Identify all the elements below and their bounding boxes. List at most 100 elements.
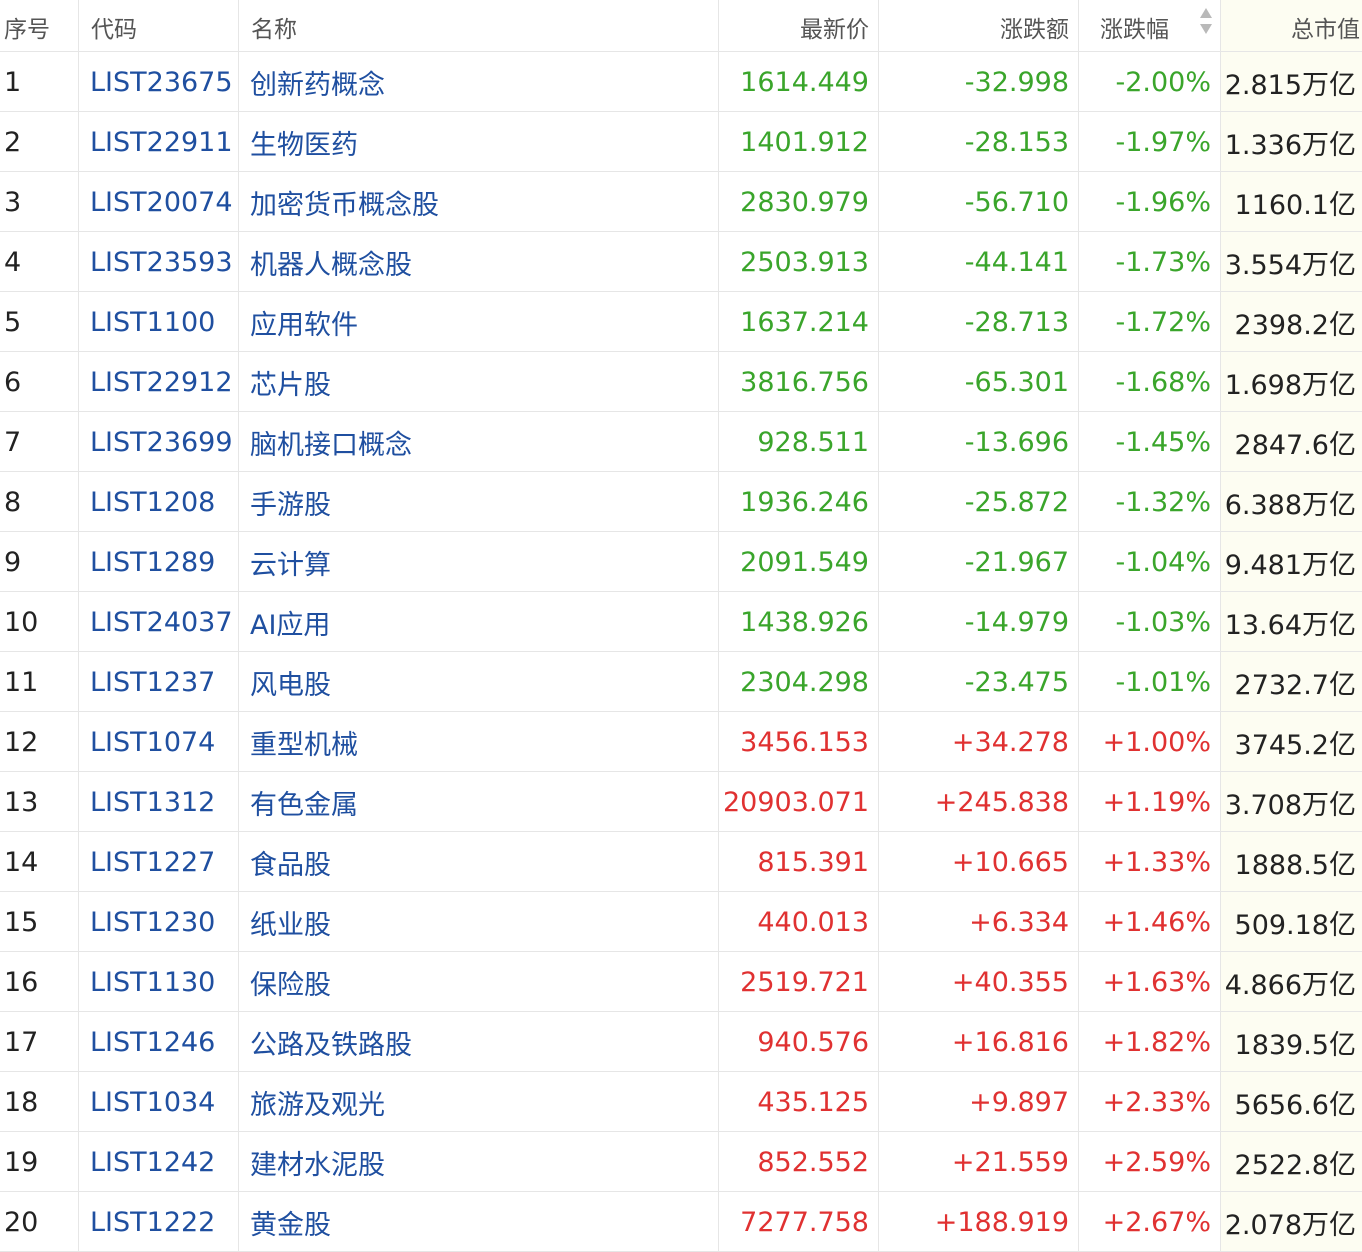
row-name-link[interactable]: 重型机械 [238, 712, 718, 771]
row-market-cap: 3745.2亿 [1220, 712, 1362, 771]
header-market-cap[interactable]: 总市值 [1220, 0, 1362, 51]
row-code-link[interactable]: LIST1242 [78, 1132, 238, 1191]
table-row[interactable]: 13 LIST1312 有色金属 20903.071 +245.838 +1.1… [0, 772, 1362, 832]
row-price: 1401.912 [718, 112, 878, 171]
row-index: 13 [4, 787, 39, 818]
table-row[interactable]: 8 LIST1208 手游股 1936.246 -25.872 -1.32% 6… [0, 472, 1362, 532]
row-code-link[interactable]: LIST23699 [78, 412, 238, 471]
row-name-link[interactable]: 风电股 [238, 652, 718, 711]
row-market-cap: 5656.6亿 [1220, 1072, 1362, 1131]
row-name-link[interactable]: 手游股 [238, 472, 718, 531]
table-row[interactable]: 7 LIST23699 脑机接口概念 928.511 -13.696 -1.45… [0, 412, 1362, 472]
row-code-link[interactable]: LIST20074 [78, 172, 238, 231]
row-name-link[interactable]: 黄金股 [238, 1192, 718, 1251]
row-code-link[interactable]: LIST1230 [78, 892, 238, 951]
row-index: 6 [4, 367, 22, 398]
row-index: 3 [4, 187, 22, 218]
row-code-link[interactable]: LIST22911 [78, 112, 238, 171]
row-code-link[interactable]: LIST1246 [78, 1012, 238, 1071]
row-name-link[interactable]: 保险股 [238, 952, 718, 1011]
row-price: 440.013 [718, 892, 878, 951]
header-name[interactable]: 名称 [238, 0, 718, 51]
row-change: -32.998 [878, 52, 1078, 111]
row-index: 14 [4, 847, 39, 878]
row-change: +21.559 [878, 1132, 1078, 1191]
row-name-link[interactable]: 脑机接口概念 [238, 412, 718, 471]
row-change-pct: +1.33% [1078, 832, 1220, 891]
sort-down-icon [1200, 24, 1212, 34]
row-change-pct: +1.00% [1078, 712, 1220, 771]
row-change: -23.475 [878, 652, 1078, 711]
row-name-link[interactable]: 公路及铁路股 [238, 1012, 718, 1071]
sort-icon[interactable] [1200, 8, 1212, 38]
row-code-link[interactable]: LIST1208 [78, 472, 238, 531]
table-row[interactable]: 3 LIST20074 加密货币概念股 2830.979 -56.710 -1.… [0, 172, 1362, 232]
row-change-pct: -1.45% [1078, 412, 1220, 471]
table-row[interactable]: 10 LIST24037 AI应用 1438.926 -14.979 -1.03… [0, 592, 1362, 652]
row-code-link[interactable]: LIST1227 [78, 832, 238, 891]
table-row[interactable]: 18 LIST1034 旅游及观光 435.125 +9.897 +2.33% … [0, 1072, 1362, 1132]
table-row[interactable]: 5 LIST1100 应用软件 1637.214 -28.713 -1.72% … [0, 292, 1362, 352]
header-price[interactable]: 最新价 [718, 0, 878, 51]
row-name-link[interactable]: 机器人概念股 [238, 232, 718, 291]
table-row[interactable]: 12 LIST1074 重型机械 3456.153 +34.278 +1.00%… [0, 712, 1362, 772]
row-code-link[interactable]: LIST22912 [78, 352, 238, 411]
row-index: 9 [4, 547, 22, 578]
row-code-link[interactable]: LIST23593 [78, 232, 238, 291]
row-code-link[interactable]: LIST1034 [78, 1072, 238, 1131]
table-row[interactable]: 20 LIST1222 黄金股 7277.758 +188.919 +2.67%… [0, 1192, 1362, 1252]
row-change: +10.665 [878, 832, 1078, 891]
row-index: 10 [4, 607, 39, 638]
row-name-link[interactable]: 芯片股 [238, 352, 718, 411]
row-name-link[interactable]: 旅游及观光 [238, 1072, 718, 1131]
table-body: 1 LIST23675 创新药概念 1614.449 -32.998 -2.00… [0, 52, 1362, 1252]
row-price: 20903.071 [718, 772, 878, 831]
row-name-link[interactable]: 纸业股 [238, 892, 718, 951]
row-name-link[interactable]: 建材水泥股 [238, 1132, 718, 1191]
row-change: -14.979 [878, 592, 1078, 651]
row-name-link[interactable]: AI应用 [238, 592, 718, 651]
row-name-link[interactable]: 应用软件 [238, 292, 718, 351]
row-change-pct: -1.01% [1078, 652, 1220, 711]
table-row[interactable]: 16 LIST1130 保险股 2519.721 +40.355 +1.63% … [0, 952, 1362, 1012]
row-code-link[interactable]: LIST23675 [78, 52, 238, 111]
header-change[interactable]: 涨跌额 [878, 0, 1078, 51]
table-row[interactable]: 6 LIST22912 芯片股 3816.756 -65.301 -1.68% … [0, 352, 1362, 412]
row-market-cap: 3.708万亿 [1220, 772, 1362, 831]
row-code-link[interactable]: LIST1237 [78, 652, 238, 711]
row-code-link[interactable]: LIST1312 [78, 772, 238, 831]
table-row[interactable]: 11 LIST1237 风电股 2304.298 -23.475 -1.01% … [0, 652, 1362, 712]
row-name-link[interactable]: 加密货币概念股 [238, 172, 718, 231]
row-name-link[interactable]: 有色金属 [238, 772, 718, 831]
row-code-link[interactable]: LIST24037 [78, 592, 238, 651]
row-change: +9.897 [878, 1072, 1078, 1131]
row-code-link[interactable]: LIST1289 [78, 532, 238, 591]
row-index: 18 [4, 1087, 39, 1118]
table-row[interactable]: 1 LIST23675 创新药概念 1614.449 -32.998 -2.00… [0, 52, 1362, 112]
table-row[interactable]: 17 LIST1246 公路及铁路股 940.576 +16.816 +1.82… [0, 1012, 1362, 1072]
row-name-link[interactable]: 创新药概念 [238, 52, 718, 111]
row-name-link[interactable]: 生物医药 [238, 112, 718, 171]
table-row[interactable]: 9 LIST1289 云计算 2091.549 -21.967 -1.04% 9… [0, 532, 1362, 592]
header-code[interactable]: 代码 [78, 0, 238, 51]
row-index: 15 [4, 907, 39, 938]
row-change-pct: -1.72% [1078, 292, 1220, 351]
row-change-pct: -1.04% [1078, 532, 1220, 591]
row-code-link[interactable]: LIST1130 [78, 952, 238, 1011]
row-change: -28.153 [878, 112, 1078, 171]
row-price: 940.576 [718, 1012, 878, 1071]
row-price: 852.552 [718, 1132, 878, 1191]
row-code-link[interactable]: LIST1100 [78, 292, 238, 351]
header-change-pct[interactable]: 涨跌幅 [1078, 0, 1220, 51]
table-row[interactable]: 14 LIST1227 食品股 815.391 +10.665 +1.33% 1… [0, 832, 1362, 892]
row-change-pct: +1.19% [1078, 772, 1220, 831]
table-row[interactable]: 4 LIST23593 机器人概念股 2503.913 -44.141 -1.7… [0, 232, 1362, 292]
row-code-link[interactable]: LIST1222 [78, 1192, 238, 1251]
row-name-link[interactable]: 食品股 [238, 832, 718, 891]
row-code-link[interactable]: LIST1074 [78, 712, 238, 771]
table-row[interactable]: 15 LIST1230 纸业股 440.013 +6.334 +1.46% 50… [0, 892, 1362, 952]
row-name-link[interactable]: 云计算 [238, 532, 718, 591]
row-change: +34.278 [878, 712, 1078, 771]
table-row[interactable]: 19 LIST1242 建材水泥股 852.552 +21.559 +2.59%… [0, 1132, 1362, 1192]
table-row[interactable]: 2 LIST22911 生物医药 1401.912 -28.153 -1.97%… [0, 112, 1362, 172]
